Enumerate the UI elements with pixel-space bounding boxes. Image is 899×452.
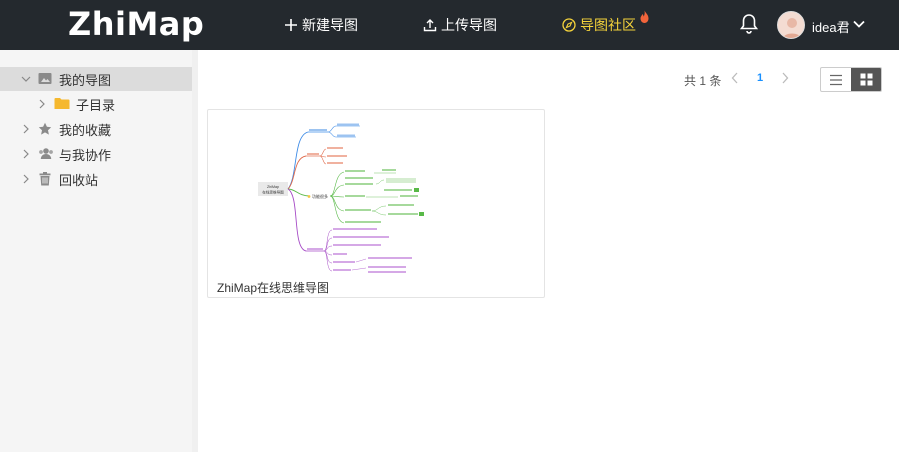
folder-icon (54, 97, 70, 113)
sidebar-item-label: 与我协作 (59, 147, 112, 163)
sidebar-item-collaboration[interactable]: 与我协作 (0, 142, 192, 166)
sidebar-item-trash[interactable]: 回收站 (0, 167, 192, 191)
upload-map-button[interactable]: 上传导图 (423, 15, 497, 35)
thumb-mid-node: 功能很多 (312, 193, 328, 199)
sidebar-item-label: 我的导图 (59, 72, 112, 88)
chevron-down-icon[interactable] (852, 17, 866, 31)
pagination-next-button[interactable] (781, 72, 789, 87)
new-map-button[interactable]: 新建导图 (284, 15, 358, 35)
view-toggle (820, 67, 882, 92)
upload-icon (423, 19, 437, 32)
sidebar-item-label: 我的收藏 (59, 122, 112, 138)
sidebar-item-label: 子目录 (76, 97, 116, 113)
pagination-prev-button[interactable] (731, 72, 739, 87)
sidebar-item-label: 回收站 (59, 172, 99, 188)
upload-map-label: 上传导图 (441, 17, 497, 33)
chevron-right-icon[interactable] (20, 148, 32, 160)
chevron-left-icon (731, 72, 738, 84)
chevron-right-icon[interactable] (20, 123, 32, 135)
pagination-page-1[interactable]: 1 (757, 72, 763, 84)
sidebar-item-my-maps[interactable]: 我的导图 (0, 67, 192, 91)
app-logo[interactable]: ZhiMap (68, 5, 204, 43)
bell-icon[interactable] (739, 13, 759, 35)
thumb-root-line1: ZhiMap (267, 185, 279, 189)
mindmap-card-title: ZhiMap在线思维导图 (217, 281, 330, 295)
chevron-right-icon[interactable] (20, 173, 32, 185)
mindmap-card[interactable]: ZhiMap 在线思维导图 功能很多 ZhiMap在线思维导图 (207, 109, 545, 298)
sidebar-item-favorites[interactable]: 我的收藏 (0, 117, 192, 141)
community-label: 导图社区 (580, 17, 636, 33)
mindmap-thumbnail: ZhiMap 在线思维导图 功能很多 (258, 123, 424, 273)
list-view-button[interactable] (821, 68, 851, 91)
folder-image-icon (38, 72, 52, 88)
new-map-label: 新建导图 (302, 17, 358, 33)
plus-icon (285, 19, 297, 31)
chevron-right-icon (782, 72, 789, 84)
grid-icon (860, 73, 872, 86)
compass-icon (562, 18, 576, 32)
pagination-total: 共 1 条 (684, 74, 722, 88)
fire-icon (640, 10, 649, 23)
chevron-right-icon[interactable] (36, 98, 48, 110)
list-icon (830, 74, 842, 85)
username[interactable]: idea君 (812, 17, 850, 36)
star-icon (38, 122, 52, 139)
sidebar-item-subfolder[interactable]: 子目录 (0, 92, 192, 116)
grid-view-button[interactable] (851, 68, 881, 91)
thumb-root-line2: 在线思维导图 (262, 190, 284, 195)
avatar[interactable] (777, 11, 805, 39)
trash-icon (39, 172, 51, 189)
community-button[interactable]: 导图社区 (562, 15, 636, 35)
users-icon (38, 147, 54, 163)
chevron-down-icon[interactable] (20, 73, 32, 85)
